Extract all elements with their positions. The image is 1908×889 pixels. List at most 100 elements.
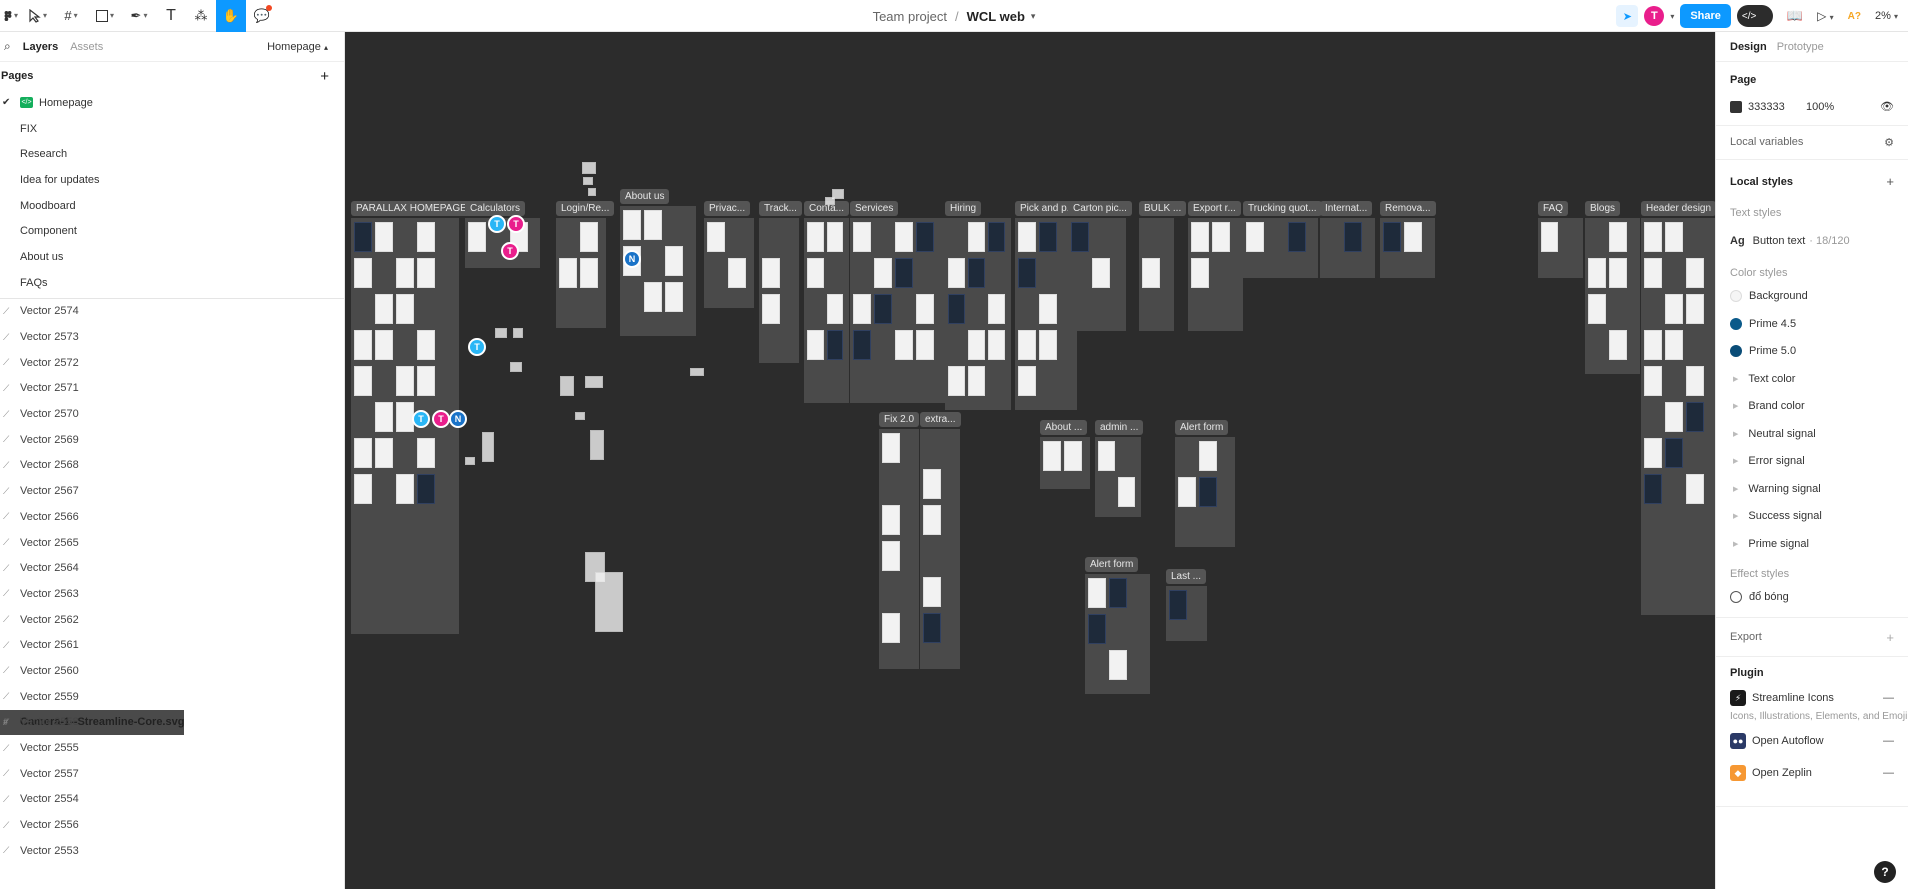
- color-group-item[interactable]: ▶ Error signal: [1730, 448, 1894, 476]
- frame-label[interactable]: Trucking quot...: [1243, 201, 1322, 216]
- layer-vector-item[interactable]: ⟋ Vector 2566: [0, 504, 344, 530]
- color-group-item[interactable]: ▶ Brand color: [1730, 393, 1894, 421]
- page-item[interactable]: Component: [0, 218, 344, 244]
- tab-prototype[interactable]: Prototype: [1777, 41, 1824, 53]
- layer-vector-item[interactable]: ⟋ Vector 2572: [0, 350, 344, 376]
- plugin-item[interactable]: ◆ Open Zeplin —: [1730, 764, 1894, 782]
- text-tool-button[interactable]: T: [156, 0, 186, 32]
- plugin-item[interactable]: ⚡ Streamline Icons — Icons, Illustrations, …: [1730, 689, 1907, 722]
- page-color-value[interactable]: 333333: [1748, 101, 1806, 113]
- color-group-item[interactable]: ▶ Success signal: [1730, 503, 1894, 531]
- layer-vector-item[interactable]: ⟋ Vector 2554: [0, 787, 344, 813]
- frame-label[interactable]: Last ...: [1166, 569, 1207, 584]
- library-icon[interactable]: 📖: [1787, 8, 1803, 24]
- canvas-element[interactable]: [575, 412, 585, 420]
- canvas-element[interactable]: [590, 430, 604, 460]
- canvas-element[interactable]: [513, 328, 523, 338]
- page-opacity-value[interactable]: 100%: [1806, 101, 1834, 113]
- shape-tool-button[interactable]: ▾: [88, 0, 122, 32]
- canvas-element[interactable]: [465, 457, 475, 465]
- add-export-button[interactable]: +: [1886, 630, 1894, 645]
- canvas-element[interactable]: [588, 188, 596, 196]
- tab-assets[interactable]: Assets: [70, 41, 103, 53]
- layer-vector-item[interactable]: ⟋ Vector 2563: [0, 581, 344, 607]
- eye-icon[interactable]: 👁: [1880, 100, 1894, 113]
- remove-plugin-button[interactable]: —: [1883, 767, 1894, 779]
- page-fill-row[interactable]: 333333 100% 👁: [1730, 100, 1894, 113]
- frame-label[interactable]: admin ...: [1095, 420, 1144, 435]
- canvas-frame[interactable]: [759, 218, 799, 363]
- frame-label[interactable]: Header design: [1641, 201, 1715, 216]
- page-selector[interactable]: Homepage ▴: [267, 41, 328, 53]
- frame-tool-button[interactable]: # ▾: [54, 0, 88, 32]
- share-button[interactable]: Share: [1680, 4, 1731, 28]
- missing-fonts-badge[interactable]: A?: [1848, 11, 1861, 22]
- layer-vector-item[interactable]: ⟋ Vector 2560: [0, 658, 344, 684]
- pen-tool-button[interactable]: ✒ ▾: [122, 0, 156, 32]
- chevron-down-icon[interactable]: ▾: [1031, 11, 1036, 22]
- plugin-item[interactable]: ●● Open Autoflow —: [1730, 732, 1894, 750]
- layer-vector-item[interactable]: ⟋ Vector 2558: [0, 710, 344, 736]
- layer-vector-item[interactable]: ⟋ Vector 2569: [0, 427, 344, 453]
- search-icon[interactable]: ⌕: [4, 39, 11, 54]
- move-tool-button[interactable]: ▾: [22, 0, 54, 32]
- page-item[interactable]: FAQs: [0, 270, 344, 296]
- chevron-down-icon[interactable]: ▾: [1670, 12, 1674, 21]
- tab-design[interactable]: Design: [1730, 41, 1767, 53]
- variables-settings-icon[interactable]: ⚙: [1884, 136, 1894, 149]
- add-style-button[interactable]: +: [1886, 174, 1894, 189]
- canvas-element[interactable]: [560, 376, 574, 396]
- color-style-item[interactable]: Prime 5.0: [1730, 338, 1894, 366]
- frame-label[interactable]: Track...: [759, 201, 802, 216]
- layer-vector-item[interactable]: ⟋ Vector 2561: [0, 632, 344, 658]
- add-page-button[interactable]: +: [320, 68, 329, 85]
- color-style-item[interactable]: Background: [1730, 283, 1894, 311]
- page-item[interactable]: Idea for updates: [0, 167, 344, 193]
- canvas-element[interactable]: [825, 197, 835, 205]
- follow-cursor-icon[interactable]: ➤: [1616, 5, 1639, 27]
- color-group-item[interactable]: ▶ Text color: [1730, 365, 1894, 393]
- frame-label[interactable]: BULK ...: [1139, 201, 1187, 216]
- frame-label[interactable]: Login/Re...: [556, 201, 615, 216]
- color-style-item[interactable]: Prime 4.5: [1730, 310, 1894, 338]
- frame-label[interactable]: Calculators: [465, 201, 526, 216]
- layer-vector-item[interactable]: ⟋ Vector 2570: [0, 401, 344, 427]
- frame-label[interactable]: FAQ: [1538, 201, 1569, 216]
- help-button[interactable]: ?: [1874, 861, 1896, 883]
- avatar[interactable]: T: [1644, 6, 1665, 26]
- effect-style-item[interactable]: đổ bóng: [1730, 584, 1894, 612]
- layer-vector-item[interactable]: ⟋ Vector 2573: [0, 324, 344, 350]
- color-group-item[interactable]: ▶ Prime signal: [1730, 530, 1894, 558]
- file-name[interactable]: WCL web: [967, 9, 1025, 24]
- layer-vector-item[interactable]: ⟋ Vector 2557: [0, 761, 344, 787]
- frame-label[interactable]: Alert form: [1175, 420, 1229, 435]
- color-group-item[interactable]: ▶ Warning signal: [1730, 475, 1894, 503]
- design-canvas[interactable]: PARALLAX HOMEPAGE Calculators Login/Re... A…: [345, 32, 1715, 889]
- canvas-element[interactable]: [595, 572, 623, 632]
- page-color-swatch[interactable]: [1730, 100, 1742, 113]
- page-item[interactable]: Moodboard: [0, 193, 344, 219]
- zoom-level[interactable]: 2% ▾: [1875, 10, 1898, 22]
- page-item[interactable]: About us: [0, 244, 344, 270]
- project-name[interactable]: Team project: [873, 9, 947, 24]
- frame-label[interactable]: Remova...: [1380, 201, 1436, 216]
- text-style-item[interactable]: Ag Button text · 18/120: [1730, 227, 1894, 255]
- layer-vector-item[interactable]: ⟋ Vector 2553: [0, 838, 344, 864]
- canvas-element[interactable]: [582, 162, 596, 174]
- dev-mode-toggle[interactable]: </>: [1736, 5, 1773, 27]
- canvas-element[interactable]: [690, 368, 704, 376]
- color-group-item[interactable]: ▶ Neutral signal: [1730, 420, 1894, 448]
- frame-label[interactable]: About ...: [1040, 420, 1088, 435]
- frame-label[interactable]: Privac...: [704, 201, 751, 216]
- tab-layers[interactable]: Layers: [23, 41, 58, 53]
- local-variables-section[interactable]: Local variables ⚙: [1716, 126, 1908, 160]
- frame-label[interactable]: extra...: [920, 412, 961, 427]
- frame-label[interactable]: Export r...: [1188, 201, 1241, 216]
- canvas-element[interactable]: [482, 432, 494, 462]
- main-menu-button[interactable]: ▾: [0, 0, 22, 32]
- resources-button[interactable]: ⁂: [186, 0, 216, 32]
- page-item[interactable]: Research: [0, 141, 344, 167]
- layer-vector-item[interactable]: ⟋ Vector 2555: [0, 735, 344, 761]
- page-item[interactable]: ✔ </> Homepage: [0, 90, 344, 116]
- remove-plugin-button[interactable]: —: [1883, 692, 1894, 704]
